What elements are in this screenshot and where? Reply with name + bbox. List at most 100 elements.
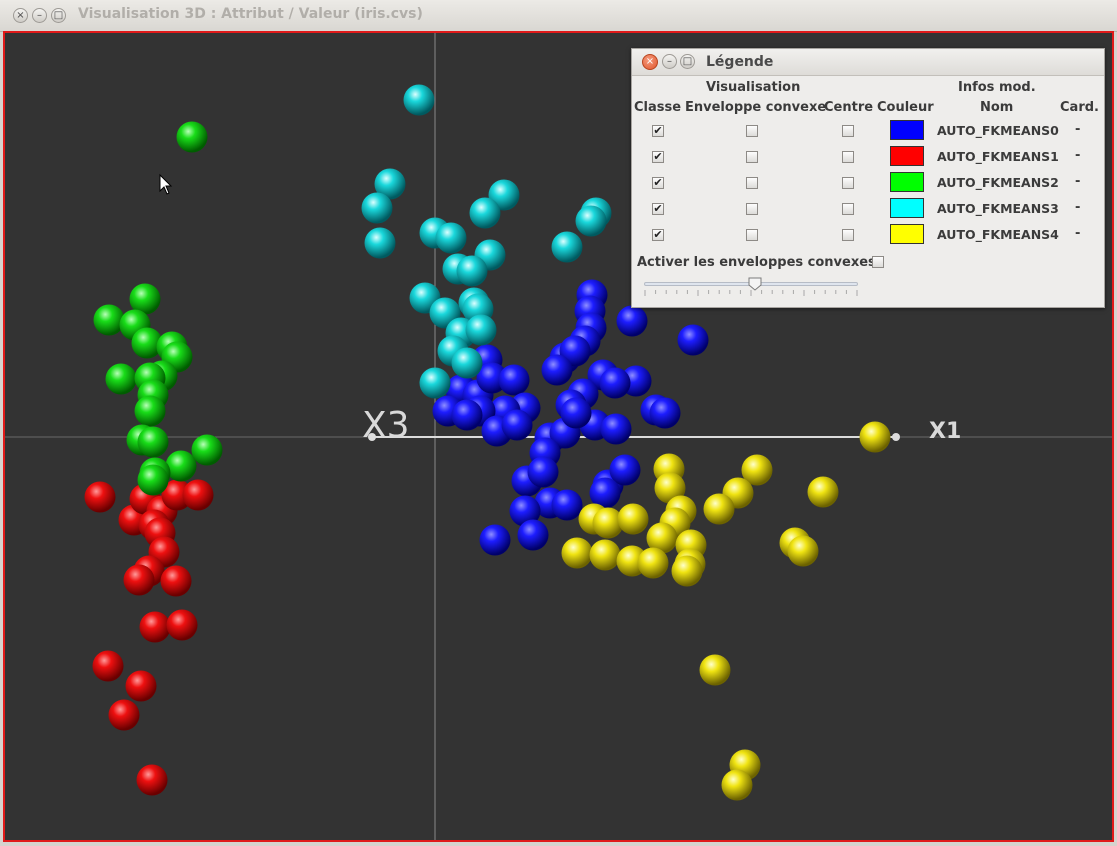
red-sphere	[182, 479, 214, 511]
blue-sphere	[517, 519, 549, 551]
blue-sphere	[551, 489, 583, 521]
cyan-sphere	[469, 197, 501, 229]
class-name: AUTO_FKMEANS0	[937, 123, 1059, 138]
blue-sphere	[599, 367, 631, 399]
color-swatch[interactable]	[890, 146, 924, 166]
legend-close-button[interactable]: ×	[642, 54, 658, 70]
group-header-visualisation: Visualisation	[706, 80, 801, 95]
class-card: -	[1075, 122, 1081, 137]
blue-sphere	[649, 397, 681, 429]
enveloppe-checkbox[interactable]	[746, 229, 758, 241]
class-name: AUTO_FKMEANS3	[937, 201, 1059, 216]
yellow-sphere	[721, 769, 753, 801]
col-header-classe: Classe	[634, 100, 682, 115]
blue-sphere	[501, 409, 533, 441]
blue-sphere	[541, 354, 573, 386]
centre-checkbox[interactable]	[842, 203, 854, 215]
yellow-sphere	[671, 555, 703, 587]
cyan-sphere	[575, 205, 607, 237]
red-sphere	[125, 670, 157, 702]
cyan-sphere	[403, 84, 435, 116]
class-name: AUTO_FKMEANS1	[937, 149, 1059, 164]
red-sphere	[92, 650, 124, 682]
green-sphere	[176, 121, 208, 153]
legend-title: Légende	[706, 54, 774, 70]
blue-sphere	[616, 305, 648, 337]
color-swatch[interactable]	[890, 198, 924, 218]
red-sphere	[84, 481, 116, 513]
color-swatch[interactable]	[890, 172, 924, 192]
yellow-sphere	[859, 421, 891, 453]
centre-checkbox[interactable]	[842, 151, 854, 163]
red-sphere	[123, 564, 155, 596]
legend-titlebar: × – □ Légende	[632, 49, 1104, 76]
blue-sphere	[527, 456, 559, 488]
classe-checkbox[interactable]: ✔	[652, 125, 664, 137]
blue-sphere	[451, 399, 483, 431]
cyan-sphere	[361, 192, 393, 224]
blue-sphere	[600, 413, 632, 445]
mouse-cursor	[159, 173, 173, 195]
centre-checkbox[interactable]	[842, 229, 854, 241]
window-title: Visualisation 3D : Attribut / Valeur (ir…	[78, 6, 423, 22]
yellow-sphere	[637, 547, 669, 579]
classe-checkbox[interactable]: ✔	[652, 177, 664, 189]
cyan-sphere	[364, 227, 396, 259]
red-sphere	[139, 611, 171, 643]
class-name: AUTO_FKMEANS2	[937, 175, 1059, 190]
cyan-sphere	[435, 222, 467, 254]
blue-sphere	[677, 324, 709, 356]
window-minimize-button[interactable]: –	[32, 8, 47, 23]
color-swatch[interactable]	[890, 224, 924, 244]
enveloppe-checkbox[interactable]	[746, 203, 758, 215]
yellow-sphere	[703, 493, 735, 525]
yellow-sphere	[561, 537, 593, 569]
x3-axis-label: X3	[362, 405, 410, 446]
legend-minimize-button[interactable]: –	[662, 54, 677, 69]
classe-checkbox[interactable]: ✔	[652, 229, 664, 241]
window-maximize-button[interactable]: □	[51, 8, 66, 23]
cyan-sphere	[456, 255, 488, 287]
col-header-nom: Nom	[980, 100, 1014, 115]
red-sphere	[108, 699, 140, 731]
class-card: -	[1075, 200, 1081, 215]
window-close-button[interactable]: ×	[13, 8, 28, 23]
red-sphere	[160, 565, 192, 597]
classe-checkbox[interactable]: ✔	[652, 203, 664, 215]
yellow-sphere	[807, 476, 839, 508]
centre-checkbox[interactable]	[842, 177, 854, 189]
enveloppe-checkbox[interactable]	[746, 125, 758, 137]
slider-ticks	[644, 290, 858, 296]
centre-checkbox[interactable]	[842, 125, 854, 137]
green-sphere	[191, 434, 223, 466]
class-card: -	[1075, 226, 1081, 241]
x1-axis-label: X1	[929, 419, 961, 444]
x1-axis-endpoint	[892, 433, 900, 441]
color-swatch[interactable]	[890, 120, 924, 140]
green-sphere	[165, 450, 197, 482]
green-sphere	[134, 395, 166, 427]
legend-maximize-button[interactable]: □	[680, 54, 695, 69]
cyan-sphere	[551, 231, 583, 263]
blue-sphere	[479, 524, 511, 556]
classe-checkbox[interactable]: ✔	[652, 151, 664, 163]
yellow-sphere	[617, 503, 649, 535]
yellow-sphere	[589, 539, 621, 571]
enveloppe-checkbox[interactable]	[746, 151, 758, 163]
convex-hull-toggle-checkbox[interactable]	[872, 256, 884, 268]
yellow-sphere	[699, 654, 731, 686]
green-sphere	[93, 304, 125, 336]
col-header-enveloppe: Enveloppe convexe	[685, 100, 827, 115]
cyan-sphere	[451, 347, 483, 379]
legend-window[interactable]: × – □ Légende Visualisation Infos mod. C…	[631, 48, 1105, 308]
cyan-sphere	[419, 367, 451, 399]
enveloppe-checkbox[interactable]	[746, 177, 758, 189]
opacity-slider-thumb[interactable]	[748, 277, 762, 291]
col-header-centre: Centre	[824, 100, 874, 115]
convex-hull-toggle-label: Activer les enveloppes convexes	[637, 255, 876, 270]
class-card: -	[1075, 174, 1081, 189]
col-header-couleur: Couleur	[877, 100, 934, 115]
col-header-card: Card.	[1060, 100, 1099, 115]
red-sphere	[166, 609, 198, 641]
class-name: AUTO_FKMEANS4	[937, 227, 1059, 242]
